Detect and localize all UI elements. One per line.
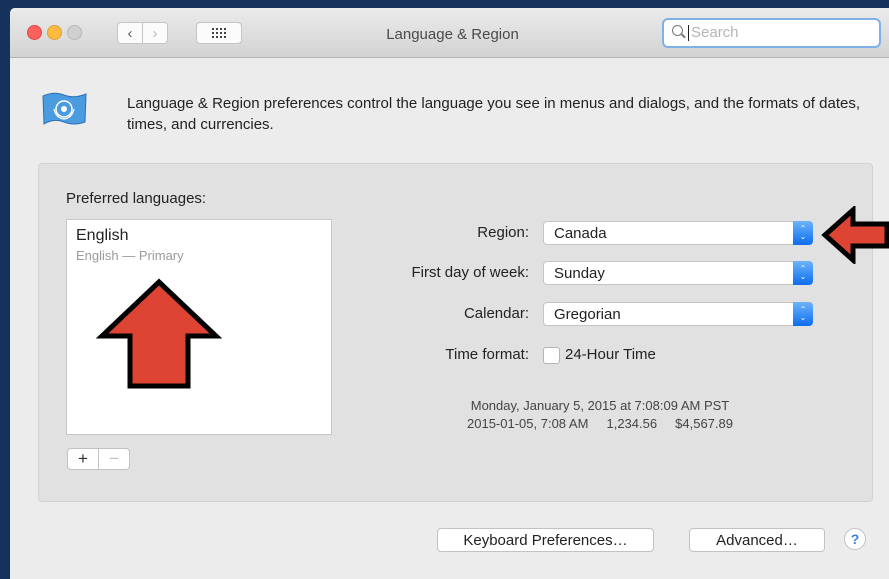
24-hour-time-label[interactable]: 24-Hour Time [565, 346, 656, 363]
popup-stepper-icon: ⌃ ⌄ [793, 302, 813, 326]
region-value: Canada [554, 225, 607, 242]
date-format-example: Monday, January 5, 2015 at 7:08:09 AM PS… [470, 398, 730, 413]
window-title: Language & Region [386, 26, 519, 43]
language-item-subtitle: English — Primary [76, 248, 184, 263]
number-format-example: 2015-01-05, 7:08 AM 1,234.56 $4,567.89 [467, 416, 733, 431]
annotation-arrow-left-icon [821, 206, 889, 264]
calendar-popup[interactable]: Gregorian ⌃ ⌄ [543, 302, 813, 326]
add-remove-control: + − [67, 448, 130, 470]
pane-description: Language & Region preferences control th… [127, 95, 860, 133]
region-popup[interactable]: Canada ⌃ ⌄ [543, 221, 813, 245]
close-button[interactable] [27, 25, 42, 40]
forward-button[interactable]: › [142, 22, 168, 44]
search-icon [672, 25, 683, 36]
remove-language-button[interactable]: − [99, 449, 129, 469]
text-caret [688, 25, 689, 41]
help-button[interactable]: ? [844, 528, 866, 550]
calendar-label: Calendar: [463, 305, 529, 322]
time-format-label: Time format: [445, 346, 529, 363]
first-day-popup[interactable]: Sunday ⌃ ⌄ [543, 261, 813, 285]
preferred-languages-label: Preferred languages: [66, 190, 207, 207]
minimize-button[interactable] [47, 25, 62, 40]
add-language-button[interactable]: + [68, 449, 99, 469]
language-item-name[interactable]: English [76, 227, 128, 245]
zoom-button[interactable] [67, 25, 82, 40]
show-all-button[interactable] [196, 22, 242, 44]
24-hour-time-checkbox[interactable] [543, 347, 560, 364]
first-day-value: Sunday [554, 265, 605, 282]
grid-icon [212, 28, 226, 38]
search-field[interactable] [662, 18, 881, 48]
keyboard-preferences-button[interactable]: Keyboard Preferences… [437, 528, 654, 552]
chevron-left-icon: ‹ [127, 24, 133, 42]
un-flag-icon [42, 92, 87, 125]
advanced-button[interactable]: Advanced… [689, 528, 825, 552]
popup-stepper-icon: ⌃ ⌄ [793, 221, 813, 245]
annotation-arrow-up-icon [96, 278, 222, 389]
chevron-right-icon: › [152, 24, 158, 42]
calendar-value: Gregorian [554, 306, 621, 323]
search-input[interactable] [691, 24, 871, 41]
region-label: Region: [477, 224, 529, 241]
titlebar: ‹ › Language & Region [10, 8, 889, 58]
back-button[interactable]: ‹ [117, 22, 143, 44]
popup-stepper-icon: ⌃ ⌄ [793, 261, 813, 285]
preferences-window: ‹ › Language & Region Language & Region … [10, 8, 889, 579]
first-day-label: First day of week: [411, 264, 529, 281]
